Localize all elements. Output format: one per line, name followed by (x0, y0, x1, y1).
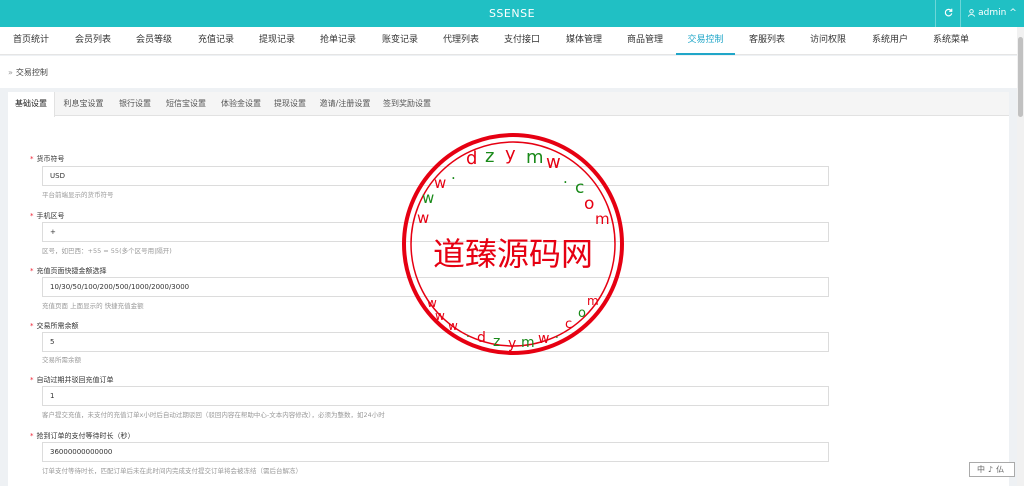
brand-title: SSENSE (488, 7, 536, 20)
field-help-quick-amounts: 充值页面 上面显示的 快捷充值金额 (42, 302, 144, 310)
tab-interest-settings[interactable]: 利息宝设置 (59, 92, 108, 116)
tab-trial-fund-settings[interactable]: 体验金设置 (215, 92, 267, 116)
svg-text:w: w (434, 174, 446, 192)
nav-item-payment-api[interactable]: 支付接口 (504, 27, 540, 55)
field-label-phone-code: * 手机区号 (30, 211, 65, 221)
field-label-payment-wait: * 抢到订单的支付等待时长（秒） (30, 431, 135, 441)
svg-text:w: w (417, 209, 429, 227)
user-menu[interactable]: admin ^ (960, 0, 1024, 27)
field-label-text: 货币符号 (36, 155, 65, 163)
field-help-auto-expire: 客户提交充值，未支付的充值订单x小时后自动过期驳回（驳回内容在帮助中心-文本内容… (42, 411, 385, 419)
field-label-text: 抢到订单的支付等待时长（秒） (36, 432, 135, 440)
nav-item-product-management[interactable]: 商品管理 (627, 27, 663, 55)
required-mark: * (30, 432, 34, 440)
nav-item-balance-records[interactable]: 账变记录 (382, 27, 418, 55)
top-bar: SSENSE admin ^ (0, 0, 1024, 27)
nav-item-system-menu[interactable]: 系统菜单 (933, 27, 969, 55)
main-nav: 首页统计 会员列表 会员等级 充值记录 提现记录 抢单记录 账变记录 代理列表 … (0, 27, 1017, 55)
tab-bank-settings[interactable]: 银行设置 (114, 92, 156, 116)
svg-text:m: m (595, 210, 610, 228)
required-mark: * (30, 155, 34, 163)
required-mark: * (30, 267, 34, 275)
field-label-quick-amounts: * 充值页面快捷金额选择 (30, 266, 107, 276)
svg-text:w: w (422, 189, 434, 207)
settings-tabs: 基础设置 利息宝设置 银行设置 短信宝设置 体验金设置 提现设置 邀请/注册设置… (8, 92, 1009, 117)
nav-item-recharge-records[interactable]: 充值记录 (198, 27, 234, 55)
field-help-currency-symbol: 平台前端显示的货币符号 (42, 191, 114, 199)
breadcrumb-separator: » (8, 68, 13, 77)
svg-text:c: c (575, 178, 584, 198)
payment-wait-input[interactable]: 36000000000000 (42, 442, 829, 462)
watermark-seal: 道臻源码网 w w w . d z y m w . c o m w w w . … (402, 133, 624, 355)
svg-text:c: c (565, 317, 572, 332)
refresh-icon (944, 8, 952, 17)
field-label-required-balance: * 交易所需余额 (30, 321, 79, 331)
svg-text:m: m (526, 147, 544, 168)
nav-item-withdraw-records[interactable]: 提现记录 (259, 27, 295, 55)
svg-text:w: w (448, 319, 458, 333)
page-scrollbar[interactable] (1017, 27, 1024, 486)
auto-expire-input[interactable]: 1 (42, 386, 829, 406)
field-help-phone-code: 区号，如巴西：+55 = 55(多个区号用|隔开) (42, 247, 172, 255)
field-help-required-balance: 交易所需余额 (42, 356, 81, 364)
svg-text:y: y (505, 144, 516, 165)
scrollbar-thumb[interactable] (1018, 37, 1023, 117)
svg-text:w: w (435, 309, 445, 323)
svg-text:y: y (508, 336, 516, 352)
svg-text:m: m (587, 294, 599, 308)
svg-text:.: . (451, 165, 456, 183)
tab-basic-settings[interactable]: 基础设置 (8, 92, 55, 117)
required-mark: * (30, 322, 34, 330)
required-mark: * (30, 212, 34, 220)
field-label-text: 手机区号 (36, 212, 65, 220)
chevron-up-icon: ^ (1009, 8, 1017, 18)
svg-text:z: z (485, 146, 494, 167)
field-label-currency-symbol: * 货币符号 (30, 154, 65, 164)
svg-text:w: w (427, 296, 437, 310)
breadcrumb-bar: » 交易控制 (0, 56, 1017, 88)
field-help-payment-wait: 订单支付等待时长，匹配订单后未在此时间内完成支付提交订单将会被冻结（需后台解冻） (42, 467, 302, 475)
svg-text:z: z (493, 334, 500, 350)
tab-sms-settings[interactable]: 短信宝设置 (162, 92, 210, 116)
svg-text:.: . (563, 169, 568, 187)
required-mark: * (30, 376, 34, 384)
input-method-badge[interactable]: 中♪仏 (969, 462, 1015, 477)
nav-item-access-rights[interactable]: 访问权限 (810, 27, 846, 55)
svg-text:.: . (555, 327, 559, 341)
nav-item-trade-control[interactable]: 交易控制 (676, 27, 735, 55)
nav-item-media-management[interactable]: 媒体管理 (566, 27, 602, 55)
tab-invite-register-settings[interactable]: 邀请/注册设置 (316, 92, 374, 116)
nav-item-system-users[interactable]: 系统用户 (872, 27, 908, 55)
user-icon (968, 8, 976, 17)
field-label-text: 交易所需余额 (36, 322, 79, 330)
svg-text:w: w (538, 331, 549, 347)
svg-text:d: d (466, 148, 477, 169)
svg-text:w: w (546, 152, 561, 173)
nav-item-member-level[interactable]: 会员等级 (136, 27, 172, 55)
tab-withdraw-settings[interactable]: 提现设置 (270, 92, 310, 116)
user-name: admin (978, 8, 1007, 18)
svg-text:d: d (477, 330, 486, 346)
svg-text:.: . (466, 326, 470, 340)
nav-item-home-stats[interactable]: 首页统计 (13, 27, 49, 55)
svg-text:o: o (584, 194, 594, 214)
breadcrumb: » 交易控制 (8, 67, 48, 78)
svg-text:m: m (521, 335, 535, 351)
field-label-text: 自动过期并驳回充值订单 (36, 376, 114, 384)
breadcrumb-current[interactable]: 交易控制 (16, 68, 48, 77)
field-label-text: 充值页面快捷金额选择 (36, 267, 107, 275)
field-label-auto-expire: * 自动过期并驳回充值订单 (30, 375, 114, 385)
svg-text:道臻源码网: 道臻源码网 (433, 235, 593, 273)
nav-item-member-list[interactable]: 会员列表 (75, 27, 111, 55)
nav-item-order-records[interactable]: 抢单记录 (320, 27, 356, 55)
svg-text:o: o (578, 306, 586, 321)
nav-item-agent-list[interactable]: 代理列表 (443, 27, 479, 55)
refresh-button[interactable] (935, 0, 960, 27)
nav-item-service-list[interactable]: 客服列表 (749, 27, 785, 55)
tab-checkin-reward-settings[interactable]: 签到奖励设置 (382, 92, 432, 116)
